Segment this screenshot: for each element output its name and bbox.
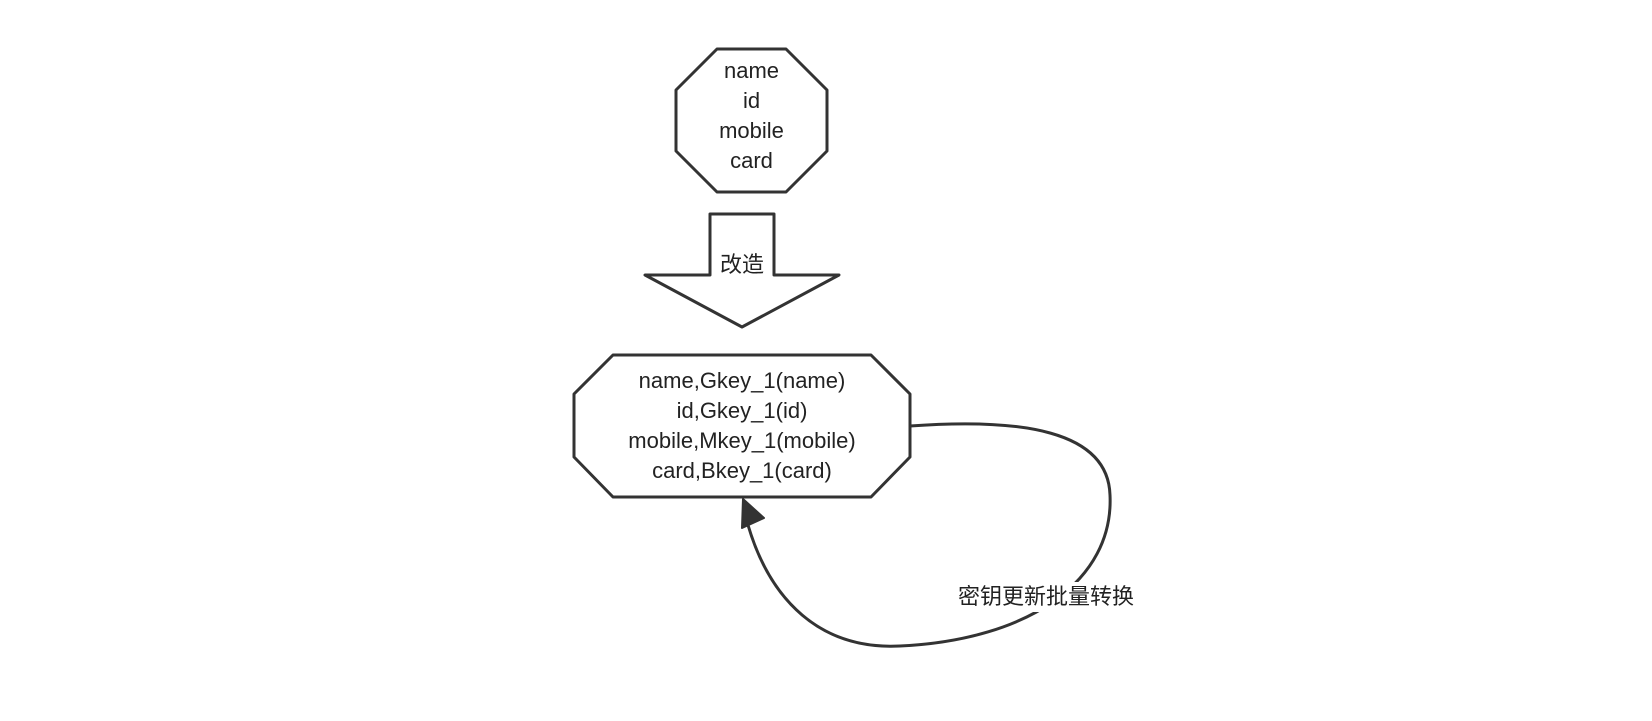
loop-edge-label: 密钥更新批量转换 [946, 582, 1146, 612]
loop-edge-arrowhead [741, 498, 765, 529]
result-node-line: mobile,Mkey_1(mobile) [628, 428, 856, 453]
result-node-line: card,Bkey_1(card) [652, 458, 832, 483]
source-node-line: id [742, 88, 761, 113]
source-node-line: mobile [719, 118, 784, 143]
source-node-line: name [723, 58, 780, 83]
result-node-line: id,Gkey_1(id) [676, 398, 808, 423]
source-node-line: card [730, 148, 773, 173]
result-node-line: name,Gkey_1(name) [638, 368, 846, 393]
flow-diagram: name id mobile card 改造 name,Gkey_1(name)… [0, 0, 1652, 716]
source-node-label: name id mobile card [676, 56, 827, 176]
result-node-label: name,Gkey_1(name) id,Gkey_1(id) mobile,M… [574, 366, 910, 486]
transform-arrow-label: 改造 [719, 252, 764, 277]
